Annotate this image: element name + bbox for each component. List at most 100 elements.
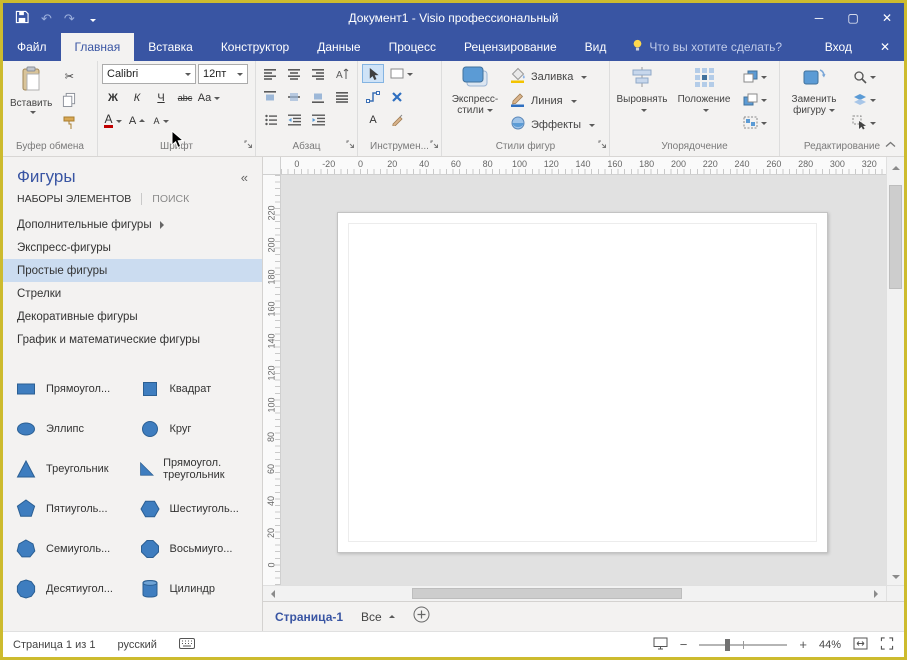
tab-file[interactable]: Файл <box>3 33 61 61</box>
vertical-scrollbar[interactable] <box>886 175 904 585</box>
font-size-select[interactable]: 12пт <box>198 64 248 84</box>
close-document-icon[interactable]: ✕ <box>866 33 904 61</box>
align-bottom-icon[interactable] <box>308 87 330 106</box>
shape-heptagon[interactable]: Семиуголь... <box>9 529 133 569</box>
tab-review[interactable]: Рецензирование <box>450 33 571 61</box>
quick-styles-button[interactable]: Экспресс- стили <box>446 64 504 139</box>
position-button[interactable]: Положение <box>673 64 735 139</box>
tab-home[interactable]: Главная <box>61 33 135 61</box>
shape-pentagon[interactable]: Пятиуголь... <box>9 489 133 529</box>
grow-font-button[interactable]: А <box>126 111 148 130</box>
tab-data[interactable]: Данные <box>303 33 374 61</box>
justify-icon[interactable] <box>331 87 353 106</box>
fullscreen-icon[interactable] <box>880 637 894 653</box>
shape-hexagon[interactable]: Шестиуголь... <box>133 489 257 529</box>
maximize-icon[interactable]: ▢ <box>836 3 870 33</box>
fill-button[interactable]: Заливка <box>507 66 598 87</box>
copy-icon[interactable] <box>58 90 80 109</box>
save-icon[interactable] <box>15 10 29 26</box>
horizontal-scroll-thumb[interactable] <box>412 588 682 599</box>
send-backward-icon[interactable] <box>738 90 772 109</box>
find-icon[interactable] <box>847 67 881 86</box>
scroll-right-icon[interactable] <box>870 586 886 601</box>
fit-page-icon[interactable] <box>853 637 868 653</box>
format-painter-icon[interactable] <box>58 113 80 132</box>
minimize-icon[interactable]: ─ <box>802 3 836 33</box>
scroll-up-icon[interactable] <box>886 157 904 175</box>
decrease-indent-icon[interactable] <box>284 110 306 129</box>
shape-cylinder[interactable]: Цилиндр <box>133 569 257 609</box>
zoom-level[interactable]: 44% <box>819 639 841 651</box>
tools-dialog-launcher-icon[interactable] <box>430 136 439 154</box>
shape-styles-dialog-launcher-icon[interactable] <box>598 136 607 154</box>
tab-insert[interactable]: Вставка <box>134 33 207 61</box>
insert-page-icon[interactable] <box>413 606 430 628</box>
zoom-out-button[interactable]: − <box>680 637 688 652</box>
layers-icon[interactable] <box>847 90 881 109</box>
tab-search-shapes[interactable]: ПОИСК <box>152 193 189 205</box>
stencil-more-shapes[interactable]: Дополнительные фигуры <box>3 213 262 236</box>
text-tool-button[interactable]: А <box>362 110 384 129</box>
underline-button[interactable]: Ч <box>150 88 172 107</box>
bring-forward-icon[interactable] <box>738 67 772 86</box>
shrink-font-button[interactable]: А <box>150 111 172 130</box>
select-icon[interactable] <box>847 113 881 132</box>
tab-design[interactable]: Конструктор <box>207 33 303 61</box>
group-shapes-icon[interactable] <box>738 113 772 132</box>
rectangle-tool-button[interactable] <box>386 64 416 83</box>
tab-view[interactable]: Вид <box>571 33 621 61</box>
font-name-select[interactable]: Calibri <box>102 64 196 84</box>
vertical-scroll-thumb[interactable] <box>889 185 902 289</box>
change-shape-button[interactable]: Заменить фигуру <box>784 64 844 139</box>
redo-icon[interactable]: ↷ <box>64 12 75 25</box>
close-icon[interactable]: ✕ <box>870 3 904 33</box>
connection-point-tool-button[interactable] <box>386 87 408 106</box>
scroll-down-icon[interactable] <box>887 575 905 583</box>
shape-triangle[interactable]: Треугольник <box>9 449 133 489</box>
align-center-icon[interactable] <box>284 64 306 83</box>
collapse-ribbon-icon[interactable] <box>885 135 896 153</box>
bullets-icon[interactable] <box>260 110 282 129</box>
change-case-button[interactable]: Aa <box>198 88 220 107</box>
page-indicator[interactable]: Страница 1 из 1 <box>13 639 95 651</box>
pointer-tool-button[interactable] <box>362 64 384 83</box>
freeform-tool-button[interactable] <box>386 110 408 129</box>
tab-process[interactable]: Процесс <box>375 33 450 61</box>
presentation-mode-icon[interactable] <box>653 637 668 653</box>
font-dialog-launcher-icon[interactable] <box>244 136 253 154</box>
shape-octagon[interactable]: Восьмиуго... <box>133 529 257 569</box>
stencil-quick-shapes[interactable]: Экспресс-фигуры <box>3 236 262 259</box>
shape-ellipse[interactable]: Эллипс <box>9 409 133 449</box>
collapse-panel-icon[interactable]: « <box>241 170 248 185</box>
stencil-basic-shapes[interactable]: Простые фигуры <box>3 259 262 282</box>
shape-decagon[interactable]: Десятиугол... <box>9 569 133 609</box>
paragraph-dialog-launcher-icon[interactable] <box>346 136 355 154</box>
align-right-icon[interactable] <box>308 64 330 83</box>
stencil-charting-math[interactable]: График и математические фигуры <box>3 328 262 351</box>
align-top-icon[interactable] <box>260 87 282 106</box>
text-direction-icon[interactable]: A <box>331 64 353 83</box>
tab-stencils[interactable]: НАБОРЫ ЭЛЕМЕНТОВ <box>17 193 131 205</box>
scroll-left-icon[interactable] <box>263 586 279 601</box>
bold-button[interactable]: Ж <box>102 88 124 107</box>
align-left-icon[interactable] <box>260 64 282 83</box>
zoom-slider-thumb[interactable] <box>725 639 730 651</box>
paste-button[interactable]: Вставить <box>7 64 55 139</box>
all-pages-button[interactable]: Все <box>361 610 395 624</box>
stencil-arrows[interactable]: Стрелки <box>3 282 262 305</box>
shape-rectangle[interactable]: Прямоугол... <box>9 369 133 409</box>
sign-in-button[interactable]: Вход <box>811 33 866 61</box>
shape-circle[interactable]: Круг <box>133 409 257 449</box>
align-middle-icon[interactable] <box>284 87 306 106</box>
line-button[interactable]: Линия <box>507 90 598 111</box>
zoom-slider[interactable] <box>699 644 787 646</box>
undo-icon[interactable]: ↶ <box>41 12 52 25</box>
font-color-button[interactable]: А <box>102 111 124 130</box>
shape-square[interactable]: Квадрат <box>133 369 257 409</box>
stencil-decorative[interactable]: Декоративные фигуры <box>3 305 262 328</box>
connector-tool-button[interactable] <box>362 87 384 106</box>
tell-me-box[interactable]: Что вы хотите сделать? <box>620 33 794 61</box>
align-button[interactable]: Выровнять <box>614 64 670 139</box>
shape-right-triangle[interactable]: Прямоугол. треугольник <box>133 449 257 489</box>
language-indicator[interactable]: русский <box>117 639 156 651</box>
